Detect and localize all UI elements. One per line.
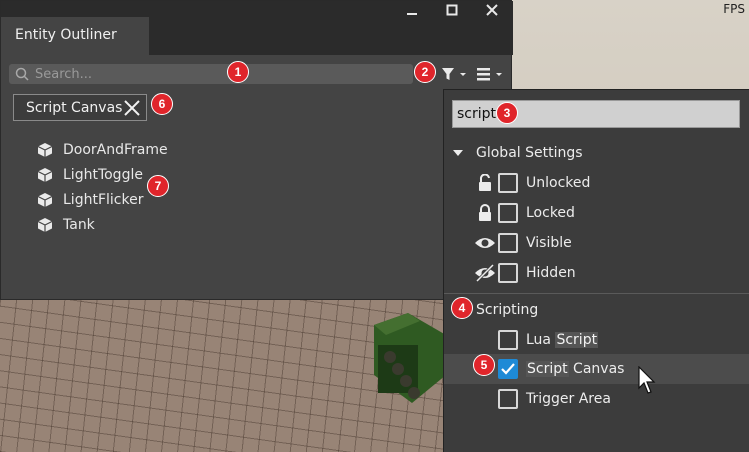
eye-icon (475, 238, 495, 248)
unlock-icon (479, 174, 491, 191)
script-canvas-checkbox[interactable] (498, 359, 518, 379)
label-prefix: Lua (526, 332, 556, 348)
mouse-cursor-icon (638, 366, 656, 394)
option-hidden[interactable]: Hidden (444, 258, 749, 288)
scripting-label: Scripting (476, 302, 539, 318)
callout-badge-6: 6 (151, 93, 173, 115)
label-suffix: Canvas (568, 361, 625, 377)
menu-divider (444, 293, 749, 294)
option-trigger-area[interactable]: Trigger Area (444, 384, 749, 414)
option-lua-script[interactable]: Lua Script (444, 325, 749, 355)
menu-icon (477, 68, 502, 81)
filter-dropdown: script Global Settings Unlocked Locked V… (443, 89, 749, 452)
entity-cube-icon (37, 167, 53, 182)
hidden-checkbox[interactable] (498, 263, 518, 283)
option-label: Lua Script (526, 332, 599, 348)
option-locked[interactable]: Locked (444, 198, 749, 228)
option-label: Trigger Area (526, 391, 611, 407)
entity-name: LightFlicker (63, 191, 144, 208)
close-button[interactable] (477, 1, 507, 19)
search-input[interactable] (35, 66, 395, 82)
search-match-highlight: Script (555, 332, 599, 348)
entity-name: DoorAndFrame (63, 141, 168, 158)
filter-icon (442, 68, 466, 80)
close-icon (486, 4, 498, 16)
option-label: Script Canvas (526, 361, 624, 377)
entity-cube-icon (37, 192, 53, 207)
scripting-header: Scripting (444, 295, 749, 325)
checkmark-icon (501, 363, 515, 375)
active-filter-chip: Script Canvas (13, 94, 147, 121)
entity-name: LightToggle (63, 166, 143, 183)
lua-script-checkbox[interactable] (498, 330, 518, 350)
option-label: Locked (526, 205, 575, 221)
locked-checkbox[interactable] (498, 203, 518, 223)
remove-filter-icon[interactable] (122, 98, 142, 118)
caret-down-icon (453, 150, 463, 156)
callout-badge-1: 1 (227, 61, 249, 83)
fps-label: FPS (723, 2, 745, 16)
callout-badge-7: 7 (147, 175, 169, 197)
active-filter-label: Script Canvas (26, 99, 123, 116)
option-label: Hidden (526, 265, 576, 281)
entity-outliner-panel: Entity Outliner Script Canvas DoorAn (0, 0, 513, 300)
option-label: Unlocked (526, 175, 591, 191)
minimize-button[interactable] (397, 1, 427, 19)
search-icon (15, 67, 29, 81)
entity-cube-icon (37, 217, 53, 232)
callout-badge-3: 3 (496, 102, 518, 124)
visible-checkbox[interactable] (498, 233, 518, 253)
list-item[interactable]: Tank (37, 212, 168, 237)
trigger-area-checkbox[interactable] (498, 389, 518, 409)
maximize-icon (446, 4, 458, 16)
search-match-highlight: Script (526, 361, 569, 377)
callout-badge-4: 4 (451, 297, 473, 319)
minimize-icon (407, 13, 417, 15)
global-settings-header[interactable]: Global Settings (444, 138, 749, 168)
callout-badge-2: 2 (414, 61, 436, 83)
option-visible[interactable]: Visible (444, 228, 749, 258)
entity-name: Tank (63, 216, 95, 233)
title-bar: Entity Outliner (1, 1, 513, 55)
option-unlocked[interactable]: Unlocked (444, 168, 749, 198)
list-item[interactable]: DoorAndFrame (37, 137, 168, 162)
entity-cube-icon (37, 142, 53, 157)
tab-entity-outliner[interactable]: Entity Outliner (1, 17, 149, 55)
option-label: Visible (526, 235, 572, 251)
callout-badge-5: 5 (473, 354, 495, 376)
search-bar[interactable] (9, 64, 413, 84)
global-settings-label: Global Settings (476, 145, 583, 161)
filter-button[interactable] (441, 65, 467, 83)
maximize-button[interactable] (437, 1, 467, 19)
display-options-button[interactable] (476, 65, 504, 83)
unlocked-checkbox[interactable] (498, 173, 518, 193)
lock-icon (479, 204, 491, 221)
tank-model (374, 313, 446, 403)
eye-slash-icon (475, 264, 495, 282)
